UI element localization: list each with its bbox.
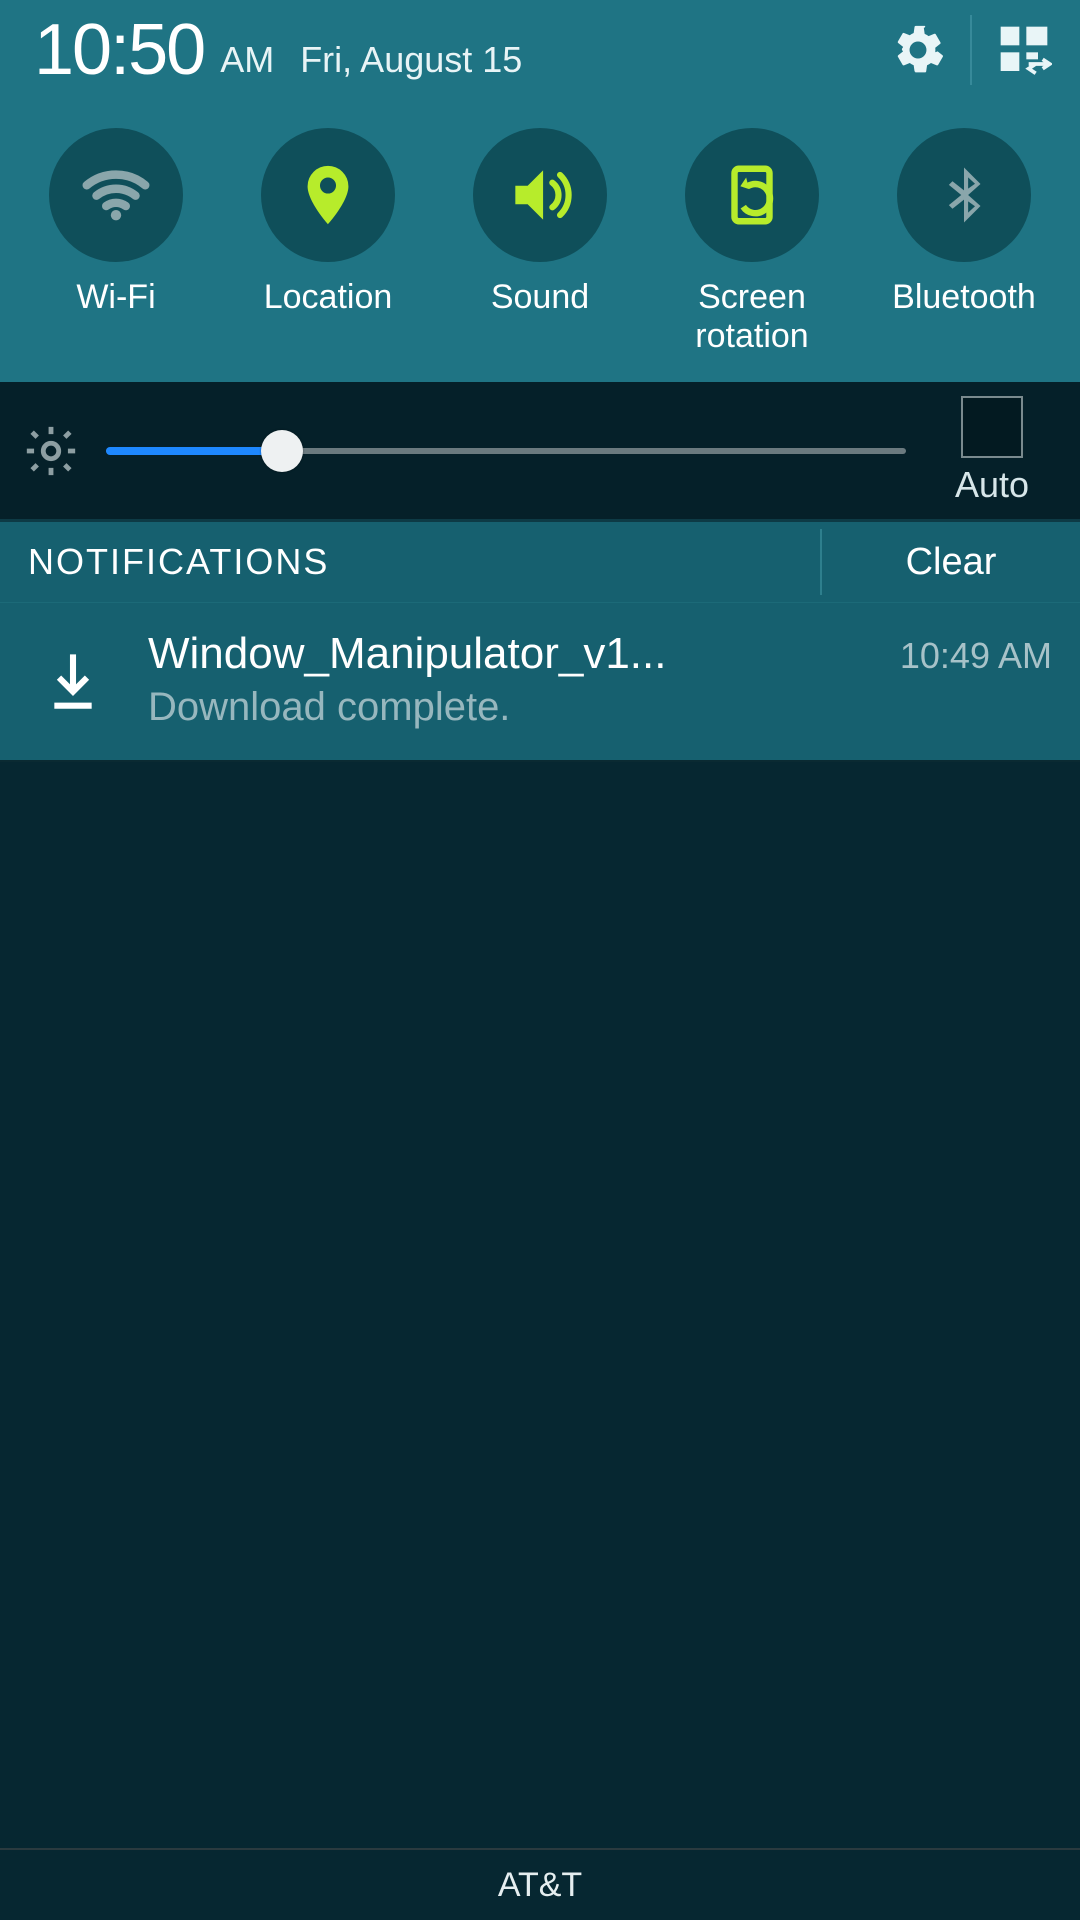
clock-time: 10:50 bbox=[34, 14, 204, 86]
toggle-sound[interactable]: Sound bbox=[434, 128, 646, 358]
notification-shade: 10:50 AM Fri, August 15 bbox=[0, 0, 1080, 1920]
location-icon bbox=[261, 128, 395, 262]
toggle-label: Location bbox=[264, 278, 393, 358]
toggle-label: Sound bbox=[491, 278, 589, 358]
toggle-label: Wi-Fi bbox=[76, 278, 155, 358]
quick-toggles-row: Wi-Fi Location Sound bbox=[0, 100, 1080, 382]
auto-brightness-label: Auto bbox=[955, 464, 1029, 506]
header-action-icons bbox=[886, 15, 1056, 85]
settings-button[interactable] bbox=[886, 18, 950, 82]
brightness-settings-button[interactable] bbox=[22, 422, 80, 480]
wifi-icon bbox=[49, 128, 183, 262]
toggle-wifi[interactable]: Wi-Fi bbox=[10, 128, 222, 358]
gear-icon bbox=[889, 21, 947, 79]
header: 10:50 AM Fri, August 15 bbox=[0, 0, 1080, 382]
carrier-label: AT&T bbox=[498, 1866, 582, 1905]
notification-time: 10:49 AM bbox=[900, 635, 1052, 677]
slider-thumb[interactable] bbox=[261, 430, 303, 472]
clear-notifications-button[interactable]: Clear bbox=[820, 529, 1080, 595]
gear-outline-icon bbox=[22, 422, 80, 480]
brightness-slider[interactable] bbox=[106, 431, 906, 471]
slider-fill bbox=[106, 447, 282, 455]
auto-brightness-group: Auto bbox=[932, 396, 1052, 506]
toggle-label: Bluetooth bbox=[892, 278, 1036, 358]
rotation-icon bbox=[685, 128, 819, 262]
notification-item[interactable]: Window_Manipulator_v1... Download comple… bbox=[0, 602, 1080, 762]
toggle-screen-rotation[interactable]: Screen rotation bbox=[646, 128, 858, 358]
empty-area bbox=[0, 762, 1080, 1848]
bluetooth-icon bbox=[897, 128, 1031, 262]
notification-title: Window_Manipulator_v1... bbox=[148, 629, 870, 679]
brightness-bar: Auto bbox=[0, 382, 1080, 522]
header-divider bbox=[970, 15, 972, 85]
header-top-row: 10:50 AM Fri, August 15 bbox=[0, 0, 1080, 100]
toggle-location[interactable]: Location bbox=[222, 128, 434, 358]
toggle-label: Screen rotation bbox=[695, 278, 808, 358]
download-icon bbox=[28, 647, 118, 713]
clock-date: Fri, August 15 bbox=[300, 39, 522, 81]
toggle-bluetooth[interactable]: Bluetooth bbox=[858, 128, 1070, 358]
notifications-header: NOTIFICATIONS Clear bbox=[0, 522, 1080, 602]
notifications-title: NOTIFICATIONS bbox=[28, 541, 820, 583]
notification-subtitle: Download complete. bbox=[148, 685, 870, 730]
auto-brightness-checkbox[interactable] bbox=[961, 396, 1023, 458]
sound-icon bbox=[473, 128, 607, 262]
grid-toggle-icon bbox=[996, 22, 1052, 78]
quick-panel-edit-button[interactable] bbox=[992, 18, 1056, 82]
notification-body: Window_Manipulator_v1... Download comple… bbox=[148, 629, 870, 730]
clock-ampm: AM bbox=[220, 39, 274, 81]
carrier-footer: AT&T bbox=[0, 1848, 1080, 1920]
